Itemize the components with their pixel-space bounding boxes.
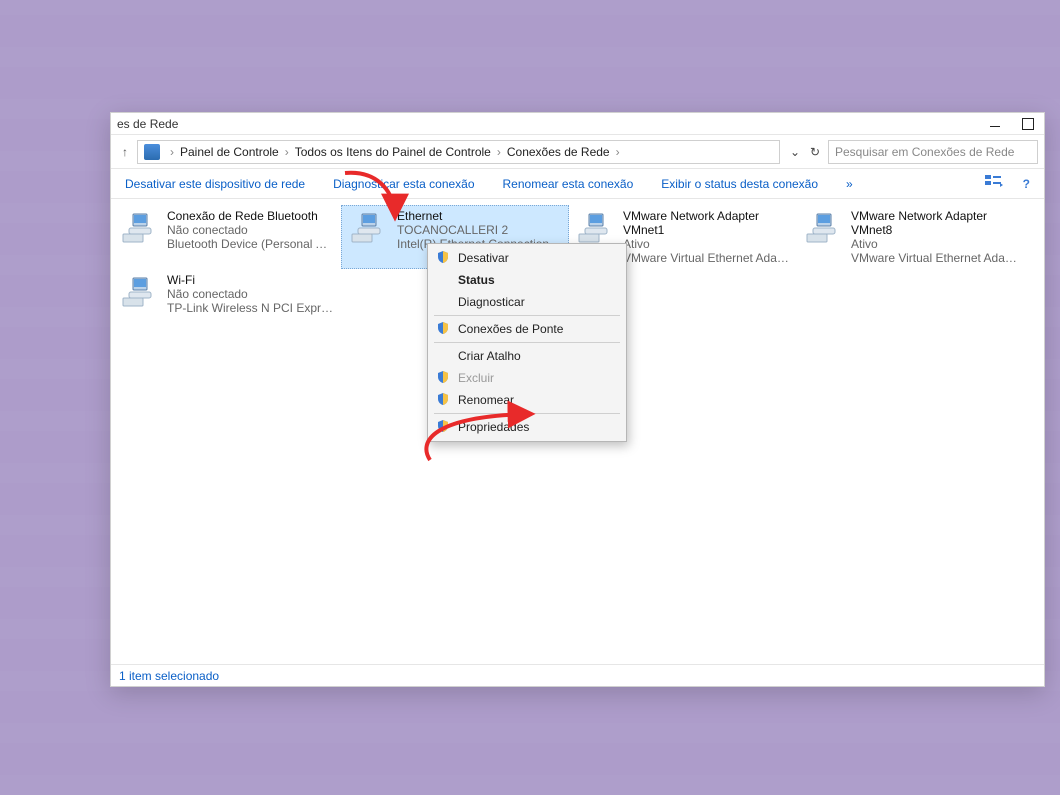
chevron-right-icon: ›: [612, 145, 624, 159]
adapter-item-bluetooth[interactable]: Conexão de Rede Bluetooth Não conectado …: [113, 205, 341, 269]
shield-icon: [436, 250, 450, 267]
adapter-status: Não conectado: [167, 223, 335, 237]
chevron-right-icon: ›: [281, 145, 293, 159]
cmd-rename-connection[interactable]: Renomear esta conexão: [503, 177, 634, 191]
context-menu-item-propriedades[interactable]: Propriedades: [430, 416, 624, 438]
context-menu-label: Renomear: [458, 393, 514, 407]
context-menu-separator: [434, 315, 620, 316]
shield-icon: [436, 370, 450, 387]
context-menu-label: Desativar: [458, 251, 509, 265]
search-placeholder: Pesquisar em Conexões de Rede: [835, 145, 1014, 159]
context-menu: Desativar Status Diagnosticar Conexões de P…: [427, 243, 627, 442]
shield-icon: [436, 419, 450, 436]
adapter-status: Ativo: [623, 237, 791, 251]
adapter-name: Conexão de Rede Bluetooth: [167, 209, 335, 223]
adapter-name: VMware Network Adapter VMnet1: [623, 209, 791, 237]
adapter-item-vmnet8[interactable]: VMware Network Adapter VMnet8 Ativo VMwa…: [797, 205, 1025, 269]
cmd-overflow[interactable]: »: [846, 177, 853, 191]
network-adapter-icon: [803, 209, 843, 245]
context-menu-label: Propriedades: [458, 420, 529, 434]
window-title: es de Rede: [117, 117, 990, 131]
context-menu-separator: [434, 342, 620, 343]
cmd-deactivate-device[interactable]: Desativar este dispositivo de rede: [125, 177, 305, 191]
window-minimize-button[interactable]: [990, 120, 1004, 127]
network-adapter-icon: [119, 209, 159, 245]
context-menu-label: Diagnosticar: [458, 295, 525, 309]
chevron-right-icon: ›: [166, 145, 178, 159]
breadcrumb-item[interactable]: Todos os Itens do Painel de Controle: [293, 145, 493, 159]
context-menu-item-diagnosticar[interactable]: Diagnosticar: [430, 291, 624, 313]
context-menu-item-renomear[interactable]: Renomear: [430, 389, 624, 411]
refresh-icon[interactable]: ↻: [808, 145, 822, 159]
chevron-down-icon[interactable]: ⌄: [788, 145, 802, 159]
adapter-description: VMware Virtual Ethernet Adapter ...: [851, 251, 1019, 265]
search-input[interactable]: Pesquisar em Conexões de Rede: [828, 140, 1038, 164]
breadcrumb-item[interactable]: Conexões de Rede: [505, 145, 612, 159]
address-bar: ↑ › Painel de Controle › Todos os Itens …: [111, 135, 1044, 169]
breadcrumb-item[interactable]: Painel de Controle: [178, 145, 281, 159]
cmd-view-status[interactable]: Exibir o status desta conexão: [661, 177, 818, 191]
network-adapter-icon: [347, 209, 389, 245]
shield-icon: [436, 392, 450, 409]
network-adapter-icon: [575, 209, 615, 245]
adapter-status: Não conectado: [167, 287, 335, 301]
help-icon[interactable]: ?: [1023, 177, 1030, 191]
chevron-right-icon: ›: [493, 145, 505, 159]
content-area: Conexão de Rede Bluetooth Não conectado …: [111, 199, 1044, 664]
menu-icon-placeholder: [436, 295, 450, 309]
menu-icon-placeholder: [436, 273, 450, 287]
context-menu-item-desativar[interactable]: Desativar: [430, 247, 624, 269]
context-menu-item-conexões-de-ponte[interactable]: Conexões de Ponte: [430, 318, 624, 340]
context-menu-label: Excluir: [458, 371, 494, 385]
cmd-diagnose-connection[interactable]: Diagnosticar esta conexão: [333, 177, 474, 191]
nav-up-icon[interactable]: ↑: [117, 145, 133, 159]
command-bar: Desativar este dispositivo de rede Diagn…: [111, 169, 1044, 199]
status-text: 1 item selecionado: [119, 669, 219, 683]
menu-icon-placeholder: [436, 349, 450, 363]
control-panel-icon: [144, 144, 160, 160]
context-menu-item-criar-atalho[interactable]: Criar Atalho: [430, 345, 624, 367]
explorer-window: es de Rede ↑ › Painel de Controle › Todo…: [110, 112, 1045, 687]
network-adapter-icon: [119, 273, 159, 309]
context-menu-item-excluir: Excluir: [430, 367, 624, 389]
context-menu-item-status[interactable]: Status: [430, 269, 624, 291]
view-options-icon[interactable]: [985, 175, 1003, 192]
adapter-name: VMware Network Adapter VMnet8: [851, 209, 1019, 237]
adapter-status: Ativo: [851, 237, 1019, 251]
status-bar: 1 item selecionado: [111, 664, 1044, 686]
window-maximize-button[interactable]: [1022, 118, 1036, 130]
context-menu-label: Status: [458, 273, 495, 287]
adapter-name: Wi-Fi: [167, 273, 335, 287]
shield-icon: [436, 321, 450, 338]
window-titlebar: es de Rede: [111, 113, 1044, 135]
context-menu-label: Criar Atalho: [458, 349, 521, 363]
adapter-description: TP-Link Wireless N PCI Express A...: [167, 301, 335, 315]
context-menu-separator: [434, 413, 620, 414]
adapter-description: Bluetooth Device (Personal Area ...: [167, 237, 335, 251]
adapter-item-wifi[interactable]: Wi-Fi Não conectado TP-Link Wireless N P…: [113, 269, 341, 319]
context-menu-label: Conexões de Ponte: [458, 322, 563, 336]
adapter-description: VMware Virtual Ethernet Adapter ...: [623, 251, 791, 265]
adapter-status: TOCANOCALLERI 2: [397, 223, 562, 237]
breadcrumb[interactable]: › Painel de Controle › Todos os Itens do…: [137, 140, 780, 164]
adapter-name: Ethernet: [397, 209, 562, 223]
